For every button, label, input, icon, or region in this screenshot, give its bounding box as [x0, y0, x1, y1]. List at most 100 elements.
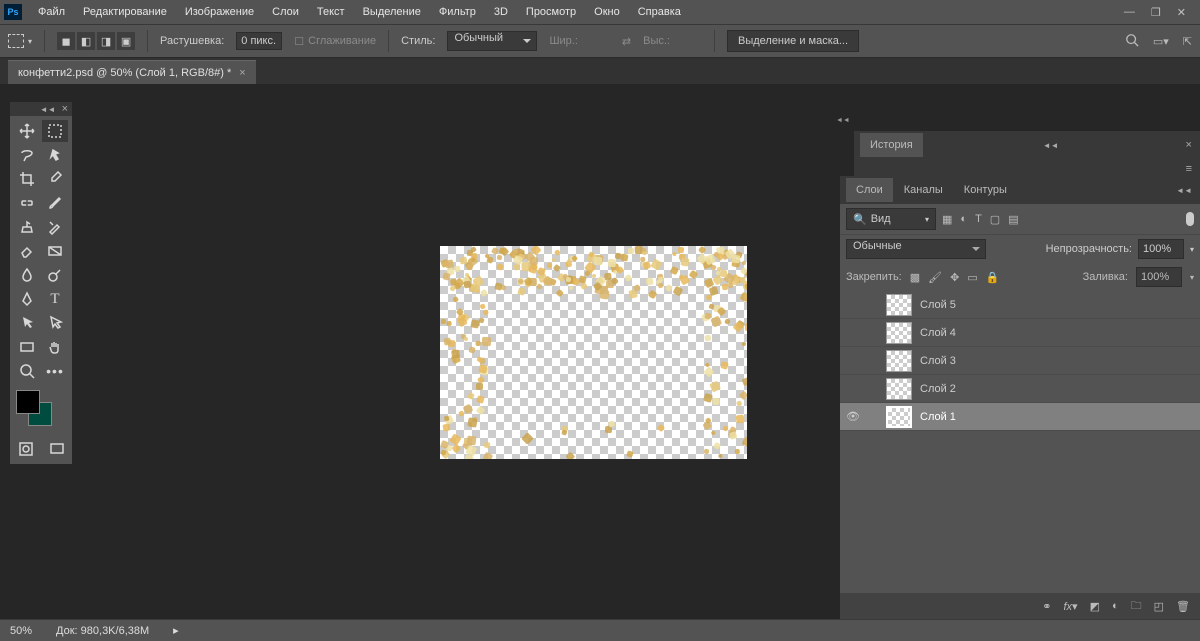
rectangle-tool[interactable] [14, 336, 40, 358]
filter-smart-icon[interactable]: ▤ [1008, 213, 1018, 226]
selection-new-icon[interactable]: ◼ [57, 32, 75, 50]
filter-pixel-icon[interactable]: ▦ [942, 213, 952, 226]
tab-paths[interactable]: Контуры [954, 178, 1017, 202]
tab-channels[interactable]: Каналы [894, 178, 953, 202]
document-canvas[interactable] [440, 246, 747, 459]
chevron-down-icon[interactable]: ▾ [1190, 245, 1194, 254]
path-select-tool[interactable] [14, 312, 40, 334]
quick-select-tool[interactable] [42, 144, 68, 166]
layer-name[interactable]: Слой 1 [920, 411, 956, 423]
color-swatches[interactable] [10, 386, 72, 434]
select-and-mask-button[interactable]: Выделение и маска... [727, 30, 859, 52]
lock-position-icon[interactable]: ✥ [950, 271, 959, 284]
collapse-icon[interactable]: ◄◄ [1168, 186, 1200, 195]
panel-menu-icon[interactable]: ≡ [1178, 163, 1200, 175]
style-select[interactable]: Обычный [447, 31, 537, 51]
close-icon[interactable]: ✕ [1177, 6, 1186, 19]
close-icon[interactable]: × [239, 67, 245, 79]
selection-intersect-icon[interactable]: ▣ [117, 32, 135, 50]
status-chevron-icon[interactable]: ▸ [173, 624, 179, 637]
screen-mode-icon[interactable] [44, 438, 70, 460]
fill-input[interactable]: 100% [1136, 267, 1182, 287]
filter-type-icon[interactable]: T [975, 213, 982, 225]
selection-subtract-icon[interactable]: ◨ [97, 32, 115, 50]
feather-input[interactable] [236, 32, 282, 50]
lock-all-icon[interactable]: 🔒 [986, 271, 1000, 284]
blur-tool[interactable] [14, 264, 40, 286]
layer-row[interactable]: 👁Слой 3 [840, 347, 1200, 375]
layer-name[interactable]: Слой 4 [920, 327, 956, 339]
marquee-tool[interactable] [42, 120, 68, 142]
layer-thumbnail[interactable] [886, 378, 912, 400]
pen-tool[interactable] [14, 288, 40, 310]
collapse-icon[interactable]: ◄◄ [1035, 141, 1067, 150]
menu-view[interactable]: Просмотр [518, 2, 584, 22]
layer-filter-select[interactable]: 🔍 Вид ▾ [846, 208, 936, 230]
layer-name[interactable]: Слой 5 [920, 299, 956, 311]
history-brush-tool[interactable] [42, 216, 68, 238]
delete-layer-icon[interactable]: 🗑 [1176, 600, 1190, 613]
brush-tool[interactable] [42, 192, 68, 214]
lasso-tool[interactable] [14, 144, 40, 166]
maximize-icon[interactable]: ❐ [1151, 6, 1161, 19]
menu-filter[interactable]: Фильтр [431, 2, 484, 22]
share-icon[interactable]: ⇱ [1183, 35, 1192, 48]
active-tool-indicator[interactable]: ▾ [8, 34, 32, 48]
minimize-icon[interactable]: ― [1124, 6, 1135, 19]
close-icon[interactable]: × [62, 103, 68, 115]
layer-fx-icon[interactable]: fx▾ [1063, 600, 1077, 613]
filter-adjustment-icon[interactable]: ◐ [960, 213, 967, 225]
layer-mask-icon[interactable]: ◩ [1090, 600, 1100, 613]
filter-shape-icon[interactable]: ▢ [990, 213, 1000, 226]
visibility-icon[interactable]: 👁 [846, 410, 860, 424]
new-layer-icon[interactable]: ◰ [1154, 600, 1164, 613]
eyedropper-tool[interactable] [42, 168, 68, 190]
layer-name[interactable]: Слой 3 [920, 355, 956, 367]
adjustment-layer-icon[interactable]: ◐ [1112, 600, 1119, 612]
menu-edit[interactable]: Редактирование [75, 2, 175, 22]
crop-tool[interactable] [14, 168, 40, 190]
chevron-down-icon[interactable]: ▾ [1190, 273, 1194, 282]
hand-tool[interactable] [42, 336, 68, 358]
menu-image[interactable]: Изображение [177, 2, 262, 22]
zoom-level[interactable]: 50% [10, 625, 32, 637]
close-icon[interactable]: × [1178, 139, 1200, 151]
direct-select-tool[interactable] [42, 312, 68, 334]
layer-row[interactable]: 👁Слой 5 [840, 291, 1200, 319]
lock-artboard-icon[interactable]: ▭ [967, 271, 977, 284]
foreground-color[interactable] [16, 390, 40, 414]
zoom-tool[interactable] [14, 360, 40, 382]
selection-add-icon[interactable]: ◧ [77, 32, 95, 50]
doc-size[interactable]: Док: 980,3K/6,38M [56, 625, 149, 637]
opacity-input[interactable]: 100% [1138, 239, 1184, 259]
layer-thumbnail[interactable] [886, 406, 912, 428]
layer-row[interactable]: 👁Слой 4 [840, 319, 1200, 347]
lock-transparency-icon[interactable]: ▩ [910, 271, 920, 284]
blend-mode-select[interactable]: Обычные [846, 239, 986, 259]
layer-thumbnail[interactable] [886, 294, 912, 316]
menu-window[interactable]: Окно [586, 2, 628, 22]
layer-thumbnail[interactable] [886, 322, 912, 344]
gradient-tool[interactable] [42, 240, 68, 262]
menu-3d[interactable]: 3D [486, 2, 516, 22]
healing-brush-tool[interactable] [14, 192, 40, 214]
layer-row[interactable]: 👁 Слой 1 [840, 403, 1200, 431]
type-tool[interactable]: T [42, 288, 68, 310]
dodge-tool[interactable] [42, 264, 68, 286]
layer-row[interactable]: 👁Слой 2 [840, 375, 1200, 403]
filter-toggle[interactable] [1186, 212, 1194, 226]
quick-mask-icon[interactable] [13, 438, 39, 460]
eraser-tool[interactable] [14, 240, 40, 262]
edit-toolbar[interactable]: ••• [42, 360, 68, 382]
link-layers-icon[interactable]: ⚭ [1042, 600, 1051, 613]
menu-select[interactable]: Выделение [355, 2, 429, 22]
menu-layers[interactable]: Слои [264, 2, 307, 22]
lock-paint-icon[interactable]: 🖌 [928, 271, 942, 284]
search-icon[interactable] [1125, 33, 1139, 50]
move-tool[interactable] [14, 120, 40, 142]
tab-history[interactable]: История [860, 133, 923, 157]
menu-file[interactable]: Файл [30, 2, 73, 22]
clone-stamp-tool[interactable] [14, 216, 40, 238]
menu-type[interactable]: Текст [309, 2, 353, 22]
tab-layers[interactable]: Слои [846, 178, 893, 202]
